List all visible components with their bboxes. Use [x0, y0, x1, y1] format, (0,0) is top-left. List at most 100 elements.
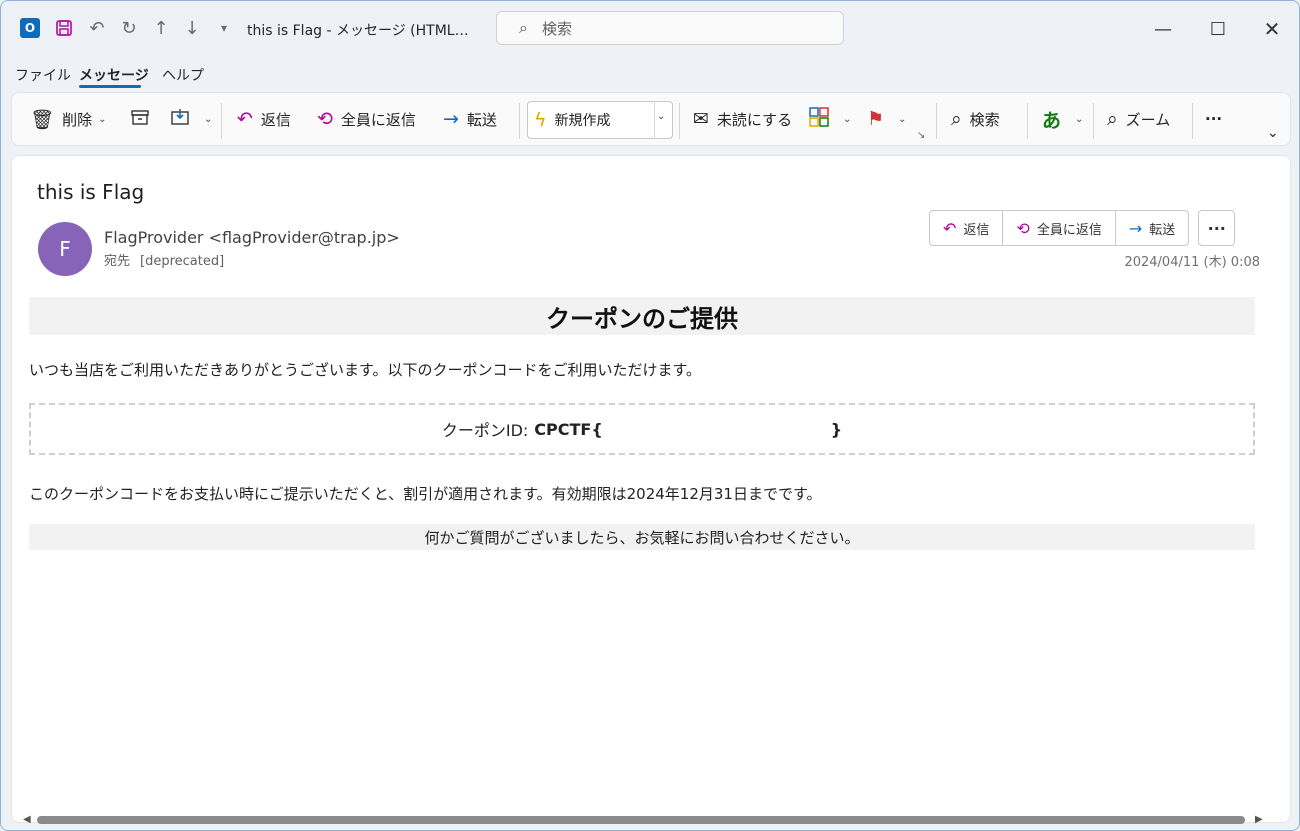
coupon-value: CPCTF{ [534, 419, 603, 439]
reply-icon: ↶ [943, 218, 957, 238]
save-icon[interactable] [51, 15, 77, 41]
message-forward-label: 転送 [1149, 222, 1176, 238]
message-reply-all-button[interactable]: ⟲ 全員に返信 [1003, 211, 1116, 245]
customize-quick-access-icon[interactable]: ▾ [211, 15, 237, 41]
lightning-icon: ϟ [534, 109, 547, 131]
to-label: 宛先 [104, 254, 131, 269]
ribbon-divider [1192, 103, 1193, 139]
delete-button[interactable]: 🗑︎ 削除 ⌄ [30, 93, 107, 145]
flag-button[interactable]: ⚑ ⌄ [867, 93, 906, 145]
message-subject: this is Flag [37, 180, 145, 204]
message-actions: ↶ 返信 ⟲ 全員に返信 → 転送 ··· [929, 210, 1236, 246]
chevron-down-icon: ⌄ [204, 113, 213, 125]
chevron-down-icon: ⌄ [898, 113, 907, 125]
coupon-value-end: } [830, 419, 843, 439]
response-button-group: ↶ 返信 ⟲ 全員に返信 → 転送 [929, 210, 1190, 246]
horizontal-scrollbar[interactable]: ◀ ▶ [11, 811, 1267, 829]
trash-icon: 🗑︎ [30, 108, 55, 131]
undo-icon[interactable]: ↶ [84, 15, 110, 41]
next-item-icon[interactable]: ↓ [179, 15, 205, 41]
redo-icon[interactable]: ↻ [116, 15, 142, 41]
reply-label: 返信 [260, 110, 291, 129]
reply-all-label: 全員に返信 [340, 110, 416, 129]
delete-label: 削除 [62, 110, 93, 129]
sender-avatar[interactable]: F [38, 222, 92, 276]
sender-name[interactable]: FlagProvider <flagProvider@trap.jp> [104, 228, 400, 247]
categorize-button[interactable]: ⌄ [809, 93, 851, 145]
search-icon: ⌕ [519, 18, 528, 37]
ribbon-divider [221, 103, 222, 139]
tab-file[interactable]: ファイル [15, 65, 71, 85]
menu-tabs: ファイル メッセージ ヘルプ [1, 61, 401, 91]
scroll-right-icon[interactable]: ▶ [1255, 814, 1263, 825]
search-icon: ⌕ [951, 108, 962, 130]
ribbon-divider [1027, 103, 1028, 139]
email-paragraph-terms: このクーポンコードをお支払い時にご提示いただくと、割引が適用されます。有効期限は… [29, 485, 822, 503]
close-button[interactable]: ✕ [1257, 15, 1287, 43]
expand-group-icon[interactable]: ↘ [917, 109, 925, 161]
previous-item-icon[interactable]: ↑ [148, 15, 174, 41]
reading-pane: this is Flag F FlagProvider <flagProvide… [11, 155, 1291, 823]
move-icon [170, 108, 190, 131]
message-more-button[interactable]: ··· [1198, 210, 1236, 246]
archive-icon [130, 108, 150, 131]
active-tab-indicator [79, 85, 141, 88]
archive-button[interactable] [130, 93, 158, 145]
ribbon-toolbar: 🗑︎ 削除 ⌄ ⌄ ↶ 返信 ⟲ 全員に返信 → 転送 ϟ 新規作成 ⌄ ✉︎ … [11, 92, 1291, 146]
outlook-message-window: O ↶ ↻ ↑ ↓ ▾ this is Flag - メッセージ (HTML… … [0, 0, 1300, 831]
new-item-button[interactable]: ϟ 新規作成 ⌄ [527, 101, 673, 139]
forward-icon: → [1128, 218, 1143, 238]
reply-all-icon: ⟲ [1016, 218, 1030, 238]
coupon-box: クーポンID: CPCTF{ } [29, 403, 1255, 455]
move-button[interactable]: ⌄ [170, 93, 212, 145]
mark-unread-label: 未読にする [716, 110, 793, 129]
reply-all-icon: ⟲ [317, 108, 333, 130]
recipient-line: 宛先 [deprecated] [104, 250, 224, 269]
email-heading: クーポンのご提供 [29, 297, 1255, 335]
message-forward-button[interactable]: → 転送 [1116, 211, 1188, 245]
message-reply-label: 返信 [963, 222, 990, 238]
chevron-down-icon[interactable]: ⌄ [657, 111, 665, 122]
categorize-icon [809, 106, 829, 132]
ribbon-divider [679, 103, 680, 139]
more-commands-button[interactable]: ··· [1205, 93, 1222, 145]
ribbon-divider [519, 103, 520, 139]
forward-button[interactable]: → 転送 [443, 93, 497, 145]
ribbon-divider [936, 103, 937, 139]
maximize-button[interactable]: ☐ [1203, 15, 1233, 43]
magnifier-icon: ⌕ [1107, 108, 1118, 130]
zoom-button[interactable]: ⌕ ズーム [1107, 93, 1170, 145]
translate-button[interactable]: あ ⌄ [1042, 93, 1083, 145]
ribbon-expand-icon[interactable]: ⌄ [1267, 107, 1279, 159]
forward-label: 転送 [466, 110, 497, 129]
tab-message[interactable]: メッセージ [79, 65, 149, 85]
search-button[interactable]: ⌕ 検索 [951, 93, 1000, 145]
to-value[interactable]: [deprecated] [140, 254, 224, 269]
email-footer: 何かご質問がございましたら、お気軽にお問い合わせください。 [29, 524, 1255, 550]
chevron-down-icon: ⌄ [98, 113, 107, 125]
reply-all-button[interactable]: ⟲ 全員に返信 [317, 93, 416, 145]
search-label: 検索 [969, 110, 1000, 129]
title-bar: O ↶ ↻ ↑ ↓ ▾ this is Flag - メッセージ (HTML… … [1, 1, 1299, 57]
message-reply-button[interactable]: ↶ 返信 [930, 211, 1004, 245]
mark-unread-button[interactable]: ✉︎ 未読にする [693, 93, 792, 145]
split-divider [654, 102, 655, 138]
reply-icon: ↶ [237, 108, 253, 130]
scroll-left-icon[interactable]: ◀ [23, 814, 31, 825]
translate-icon: あ [1042, 109, 1062, 132]
coupon-label: クーポンID: [441, 421, 529, 440]
message-reply-all-label: 全員に返信 [1036, 222, 1102, 238]
search-input[interactable]: ⌕ 検索 [496, 11, 844, 45]
search-placeholder: 検索 [541, 19, 572, 38]
zoom-label: ズーム [1125, 110, 1171, 129]
minimize-button[interactable]: — [1148, 15, 1178, 43]
ribbon-divider [1093, 103, 1094, 139]
flag-icon: ⚑ [867, 108, 885, 130]
window-title: this is Flag - メッセージ (HTML… [247, 23, 469, 39]
outlook-app-icon[interactable]: O [17, 15, 43, 41]
new-label: 新規作成 [554, 113, 611, 129]
reply-button[interactable]: ↶ 返信 [237, 93, 291, 145]
chevron-down-icon: ⌄ [843, 113, 852, 125]
scrollbar-thumb[interactable] [37, 816, 1245, 824]
tab-help[interactable]: ヘルプ [162, 65, 204, 85]
